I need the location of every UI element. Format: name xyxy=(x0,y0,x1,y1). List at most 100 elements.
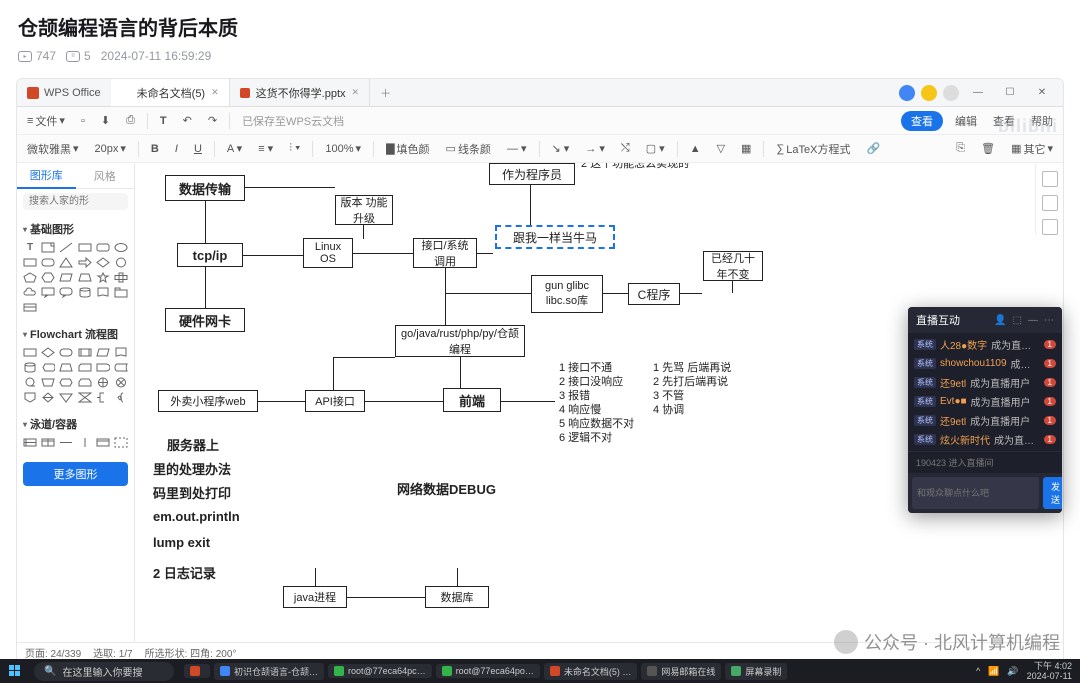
fc-stored[interactable] xyxy=(114,362,128,373)
print-icon[interactable]: ⎙ xyxy=(122,112,139,129)
user-avatar-icon[interactable] xyxy=(899,85,915,101)
system-tray[interactable]: ^ 📶 🔊 下午 4:02 2024-07-11 xyxy=(968,661,1080,681)
link-icon[interactable]: 🔗 xyxy=(863,140,885,157)
shape-doc[interactable] xyxy=(96,287,110,298)
latex-button[interactable]: ∑ LaTeX方程式 xyxy=(772,139,854,159)
tray-vol-icon[interactable]: 🔊 xyxy=(1007,666,1018,677)
fc-process[interactable] xyxy=(23,347,37,358)
live-user-icon[interactable]: 👤 xyxy=(994,315,1006,326)
flip-icon[interactable]: ⤭ xyxy=(617,140,634,157)
fc-terminator[interactable] xyxy=(59,347,73,358)
fc-db[interactable] xyxy=(23,362,37,373)
fc-prep[interactable] xyxy=(59,377,73,388)
fc-predef[interactable] xyxy=(78,347,92,358)
connector-icon[interactable]: ↘ ▾ xyxy=(548,140,574,157)
new-tab-button[interactable]: ＋ xyxy=(370,85,401,101)
fc-tape[interactable] xyxy=(23,377,37,388)
tray-net-icon[interactable]: 📶 xyxy=(988,666,999,677)
rail-history-icon[interactable] xyxy=(1042,219,1058,235)
menu-button[interactable]: ≡ 文件 ▾ xyxy=(23,111,69,131)
valign-icon[interactable]: ⫶ ▾ xyxy=(285,140,304,157)
live-more-icon[interactable]: ⋯ xyxy=(1044,315,1054,326)
taskbar-task[interactable]: 初识仓颉语言-仓颉… xyxy=(214,663,324,680)
document-tab-1[interactable]: 未命名文档(5) ✕ xyxy=(111,79,230,106)
copy-icon[interactable]: ⎘ xyxy=(952,140,969,157)
shape-ellipse[interactable] xyxy=(114,242,128,253)
taskbar-search[interactable]: 🔍 在这里输入你要搜 xyxy=(34,662,174,681)
node-frontend[interactable]: 前端 xyxy=(443,388,501,412)
minimize-button[interactable]: — xyxy=(965,83,991,103)
node-gun[interactable]: gun glibc libc.so库 xyxy=(531,275,603,313)
more-menu[interactable]: ▦ 其它 ▾ xyxy=(1007,139,1057,159)
shape-trap[interactable] xyxy=(78,272,92,283)
fontcolor-icon[interactable]: A ▾ xyxy=(223,140,246,157)
shape-triangle[interactable] xyxy=(59,257,73,268)
menu-view[interactable]: 查看 xyxy=(989,111,1019,131)
layer-back-icon[interactable]: ▽ xyxy=(713,140,729,157)
taskbar-task[interactable]: root@77eca64po… xyxy=(436,664,540,678)
shape-circle[interactable] xyxy=(114,257,128,268)
sw-vline[interactable] xyxy=(78,437,92,448)
fc-man[interactable] xyxy=(41,377,55,388)
shape-tab[interactable] xyxy=(114,287,128,298)
shape-callout1[interactable] xyxy=(41,287,55,298)
live-gift-icon[interactable]: ⬚ xyxy=(1013,315,1022,326)
live-min-icon[interactable]: — xyxy=(1028,315,1038,326)
node-db[interactable]: 数据库 xyxy=(425,586,489,608)
node-nic[interactable]: 硬件网卡 xyxy=(165,308,245,332)
rail-layers-icon[interactable] xyxy=(1042,195,1058,211)
sw-v[interactable] xyxy=(41,437,55,448)
shape-cloud[interactable] xyxy=(23,287,37,298)
sw-line[interactable] xyxy=(59,437,73,448)
shape-cross[interactable] xyxy=(114,272,128,283)
underline-icon[interactable]: U xyxy=(190,141,206,157)
shape-search-input[interactable] xyxy=(23,193,128,210)
bold-icon[interactable]: B xyxy=(147,141,163,157)
node-like-ox-selected[interactable]: 跟我一样当牛马 xyxy=(495,225,615,249)
arrow-icon[interactable]: → ▾ xyxy=(581,140,609,157)
shape-icon[interactable]: ▢ ▾ xyxy=(642,140,669,157)
group-icon[interactable]: ▦ xyxy=(737,140,755,157)
windows-taskbar[interactable]: 🔍 在这里输入你要搜 初识仓颉语言-仓颉…root@77eca64pc…root… xyxy=(0,659,1080,683)
sw-cont[interactable] xyxy=(96,437,110,448)
export-icon[interactable]: ⬇ xyxy=(97,112,114,129)
maximize-button[interactable]: ☐ xyxy=(997,83,1023,103)
node-as-programmer[interactable]: 作为程序员 xyxy=(489,163,575,185)
close-window-button[interactable]: ✕ xyxy=(1029,83,1055,103)
taskbar-task[interactable] xyxy=(184,664,210,678)
fc-conn[interactable] xyxy=(23,392,37,403)
fc-data[interactable] xyxy=(96,347,110,358)
live-send-button[interactable]: 发送 xyxy=(1043,477,1062,509)
shape-pentagon[interactable] xyxy=(23,272,37,283)
close-icon[interactable]: ✕ xyxy=(352,87,360,98)
shape-rarrow[interactable] xyxy=(78,257,92,268)
start-button[interactable] xyxy=(0,665,30,677)
tray-up-icon[interactable]: ^ xyxy=(976,666,980,676)
taskbar-task[interactable]: 未命名文档(5) … xyxy=(544,663,638,680)
fc-loop[interactable] xyxy=(78,377,92,388)
view-pill[interactable]: 查看 xyxy=(901,111,943,131)
shape-para[interactable] xyxy=(59,272,73,283)
sw-group[interactable] xyxy=(114,437,128,448)
fc-annot[interactable] xyxy=(96,392,110,403)
save-icon[interactable]: ▫ xyxy=(77,113,89,129)
live-chat-panel[interactable]: 直播互动 👤 ⬚ — ⋯ 系统人28●数字成为直播用户1系统showchou11… xyxy=(908,307,1062,513)
node-cprog[interactable]: C程序 xyxy=(628,283,680,305)
node-data-trans[interactable]: 数据传输 xyxy=(165,175,245,201)
sw-h[interactable] xyxy=(23,437,37,448)
shape-rect[interactable] xyxy=(78,242,92,253)
node-syscall[interactable]: 接口/系统调用 xyxy=(413,238,477,268)
close-icon[interactable]: ✕ xyxy=(211,87,219,98)
node-tcpip[interactable]: tcp/ip xyxy=(177,243,243,267)
line-style-icon[interactable]: — ▾ xyxy=(503,140,531,157)
fc-delay[interactable] xyxy=(96,362,110,373)
node-api[interactable]: API接口 xyxy=(305,390,365,412)
shape-note[interactable] xyxy=(41,242,55,253)
delete-icon[interactable]: 🗑 xyxy=(977,140,999,157)
shape-rect2[interactable] xyxy=(23,257,37,268)
shape-callout2[interactable] xyxy=(59,287,73,298)
group-swimlane[interactable]: 泳道/容器 xyxy=(23,413,128,435)
line-color[interactable]: ▭ 线条颜 xyxy=(442,139,495,159)
vip-icon[interactable] xyxy=(921,85,937,101)
node-ver-upgrade[interactable]: 版本 功能 升级 xyxy=(335,195,393,225)
